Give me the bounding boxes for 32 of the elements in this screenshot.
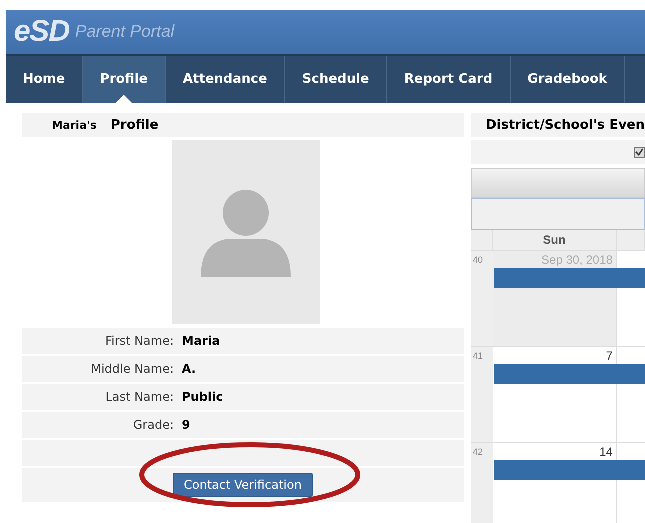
header-corner <box>470 230 493 250</box>
calendar-title: District/School's Even <box>470 113 645 137</box>
field-value: Public <box>182 390 224 404</box>
day-date: 14 <box>598 444 614 460</box>
profile-title: Profile <box>110 118 159 132</box>
field-value: 9 <box>182 418 192 432</box>
nav-tab[interactable]: Attendance <box>166 56 286 103</box>
checkbox[interactable] <box>634 146 645 158</box>
event-bar[interactable] <box>494 460 645 480</box>
field-label: Grade: <box>132 418 174 432</box>
contact-verification-button[interactable]: Contact Verification <box>173 473 313 497</box>
week-number: 42 <box>470 442 493 523</box>
week-number: 40 <box>470 250 493 346</box>
week-number: 41 <box>470 346 493 442</box>
nav-tab[interactable]: Schedule <box>285 56 388 103</box>
day-date: 7 <box>605 348 614 364</box>
nav-tab[interactable]: Gradebook <box>510 56 626 103</box>
field-value: Maria <box>182 334 222 348</box>
field-label: First Name: <box>104 334 174 348</box>
portal-title: Parent Portal <box>75 22 175 42</box>
field-label: Last Name: <box>104 390 174 404</box>
student-name: Maria's <box>52 118 97 132</box>
day-date: Sep 30, 2018 <box>540 252 614 268</box>
person-icon <box>199 187 293 277</box>
nav-tab[interactable]: Profile <box>83 56 166 103</box>
day-header: Sun <box>492 230 617 250</box>
event-bar[interactable] <box>494 268 645 288</box>
field-label: Middle Name: <box>90 362 174 376</box>
event-bar[interactable] <box>494 364 645 384</box>
field-value: A. <box>182 362 198 376</box>
portal-logo[interactable]: eSD <box>14 15 70 49</box>
nav-tab[interactable]: Report Card <box>387 56 511 103</box>
